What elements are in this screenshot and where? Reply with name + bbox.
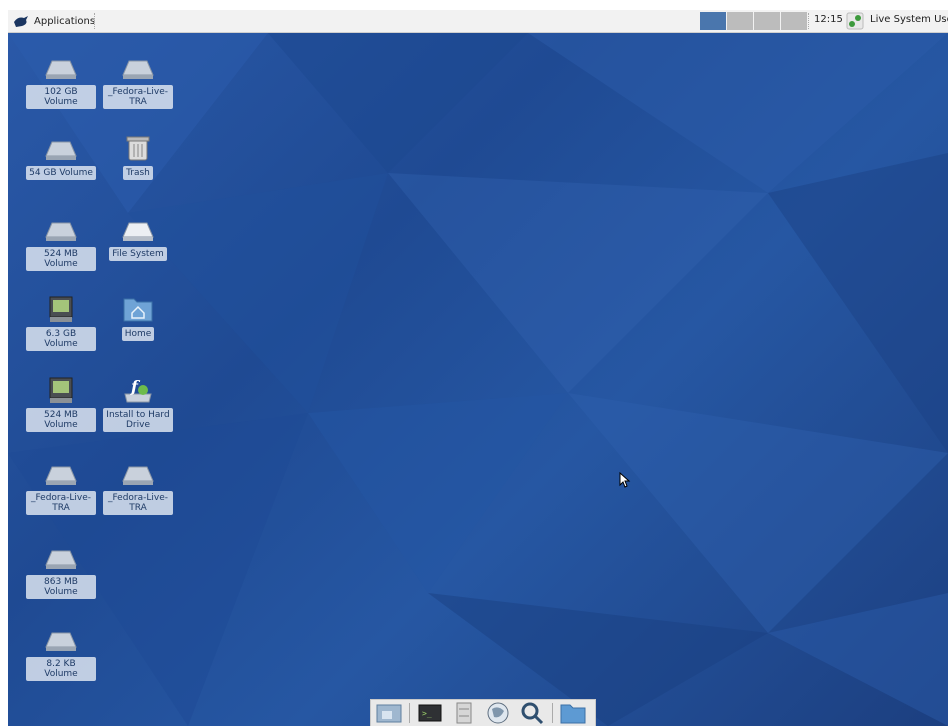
desktop-icon-label: 6.3 GB Volume bbox=[26, 327, 96, 351]
desktop-icon-install-to-hard-drive[interactable]: f Install to Hard Drive bbox=[103, 374, 173, 432]
mouse-logo-icon bbox=[14, 16, 28, 27]
workspace-4[interactable] bbox=[781, 12, 807, 30]
desktop-icon-54gb-volume[interactable]: 54 GB Volume bbox=[26, 136, 96, 180]
top-panel: Applications 12:15 Live System Use bbox=[8, 10, 948, 33]
workspace-2[interactable] bbox=[727, 12, 753, 30]
desktop-icon-fedora-live-tra-1[interactable]: _Fedora-Live-TRA bbox=[103, 55, 173, 109]
applications-label: Applications bbox=[34, 15, 96, 27]
desktop-icon-524mb-volume-2[interactable]: 524 MB Volume bbox=[26, 374, 96, 432]
desktop-icon-label: 8.2 KB Volume bbox=[26, 657, 96, 681]
drive-icon bbox=[44, 627, 78, 653]
drive-icon bbox=[121, 461, 155, 487]
mouse-cursor-icon bbox=[619, 472, 631, 488]
svg-text:>_: >_ bbox=[422, 709, 432, 718]
desktop-icon-863mb-volume[interactable]: 863 MB Volume bbox=[26, 545, 96, 599]
desktop-icon-label: Home bbox=[121, 327, 155, 341]
desktop-icon-trash[interactable]: Trash bbox=[103, 133, 173, 180]
drive-icon bbox=[44, 217, 78, 243]
desktop-icon-home[interactable]: Home bbox=[103, 293, 173, 341]
desktop-icon-label: 524 MB Volume bbox=[26, 247, 96, 271]
drive-icon bbox=[44, 55, 78, 81]
dock: >_ bbox=[370, 699, 596, 726]
workspace-1[interactable] bbox=[700, 12, 726, 30]
applications-menu-button[interactable]: Applications bbox=[10, 11, 99, 31]
file-manager-icon[interactable] bbox=[450, 701, 478, 725]
dock-separator bbox=[552, 703, 553, 723]
trash-icon bbox=[121, 133, 155, 162]
drive-icon bbox=[44, 136, 78, 162]
terminal-icon[interactable]: >_ bbox=[416, 701, 444, 725]
desktop-icon-label: 102 GB Volume bbox=[26, 85, 96, 109]
desktop-icon-label: Trash bbox=[123, 166, 153, 180]
desktop-icon-label: _Fedora-Live-TRA bbox=[103, 85, 173, 109]
desktop-icon-6-3gb-volume[interactable]: 6.3 GB Volume bbox=[26, 293, 96, 351]
show-desktop-icon[interactable] bbox=[375, 701, 403, 725]
desktop-icon-fedora-live-tra-3[interactable]: _Fedora-Live-TRA bbox=[103, 461, 173, 515]
desktop-icon-label: _Fedora-Live-TRA bbox=[103, 491, 173, 515]
web-browser-icon[interactable] bbox=[484, 701, 512, 725]
drive-icon bbox=[44, 545, 78, 571]
user-menu[interactable]: Live System Use bbox=[870, 14, 948, 25]
panel-separator bbox=[808, 13, 810, 29]
desktop-icon-8-2kb-volume[interactable]: 8.2 KB Volume bbox=[26, 627, 96, 681]
removable-drive-icon bbox=[44, 374, 78, 404]
desktop-icon-label: Install to Hard Drive bbox=[103, 408, 173, 432]
network-manager-icon[interactable] bbox=[846, 12, 864, 30]
desktop-icon-label: File System bbox=[109, 247, 167, 261]
folder-icon[interactable] bbox=[559, 701, 587, 725]
search-icon[interactable] bbox=[518, 701, 546, 725]
workspace-switcher[interactable] bbox=[700, 12, 807, 30]
desktop-icon-label: 524 MB Volume bbox=[26, 408, 96, 432]
drive-icon bbox=[44, 461, 78, 487]
desktop-icon-label: 54 GB Volume bbox=[26, 166, 96, 180]
desktop-icon-fedora-live-tra-2[interactable]: _Fedora-Live-TRA bbox=[26, 461, 96, 515]
removable-drive-icon bbox=[44, 293, 78, 323]
desktop-icon-label: 863 MB Volume bbox=[26, 575, 96, 599]
drive-icon bbox=[121, 55, 155, 81]
panel-separator bbox=[94, 13, 96, 29]
desktop-icon-102gb-volume[interactable]: 102 GB Volume bbox=[26, 55, 96, 109]
desktop-icon-524mb-volume-1[interactable]: 524 MB Volume bbox=[26, 217, 96, 271]
home-folder-icon bbox=[121, 293, 155, 323]
desktop-icon-label: _Fedora-Live-TRA bbox=[26, 491, 96, 515]
clock[interactable]: 12:15 bbox=[814, 14, 843, 25]
desktop[interactable]: 102 GB Volume _Fedora-Live-TRA 54 GB Vol… bbox=[8, 33, 948, 726]
dock-separator bbox=[409, 703, 410, 723]
fedora-install-icon: f bbox=[121, 374, 155, 404]
desktop-icon-file-system[interactable]: File System bbox=[103, 217, 173, 261]
workspace-3[interactable] bbox=[754, 12, 780, 30]
drive-icon bbox=[121, 217, 155, 243]
